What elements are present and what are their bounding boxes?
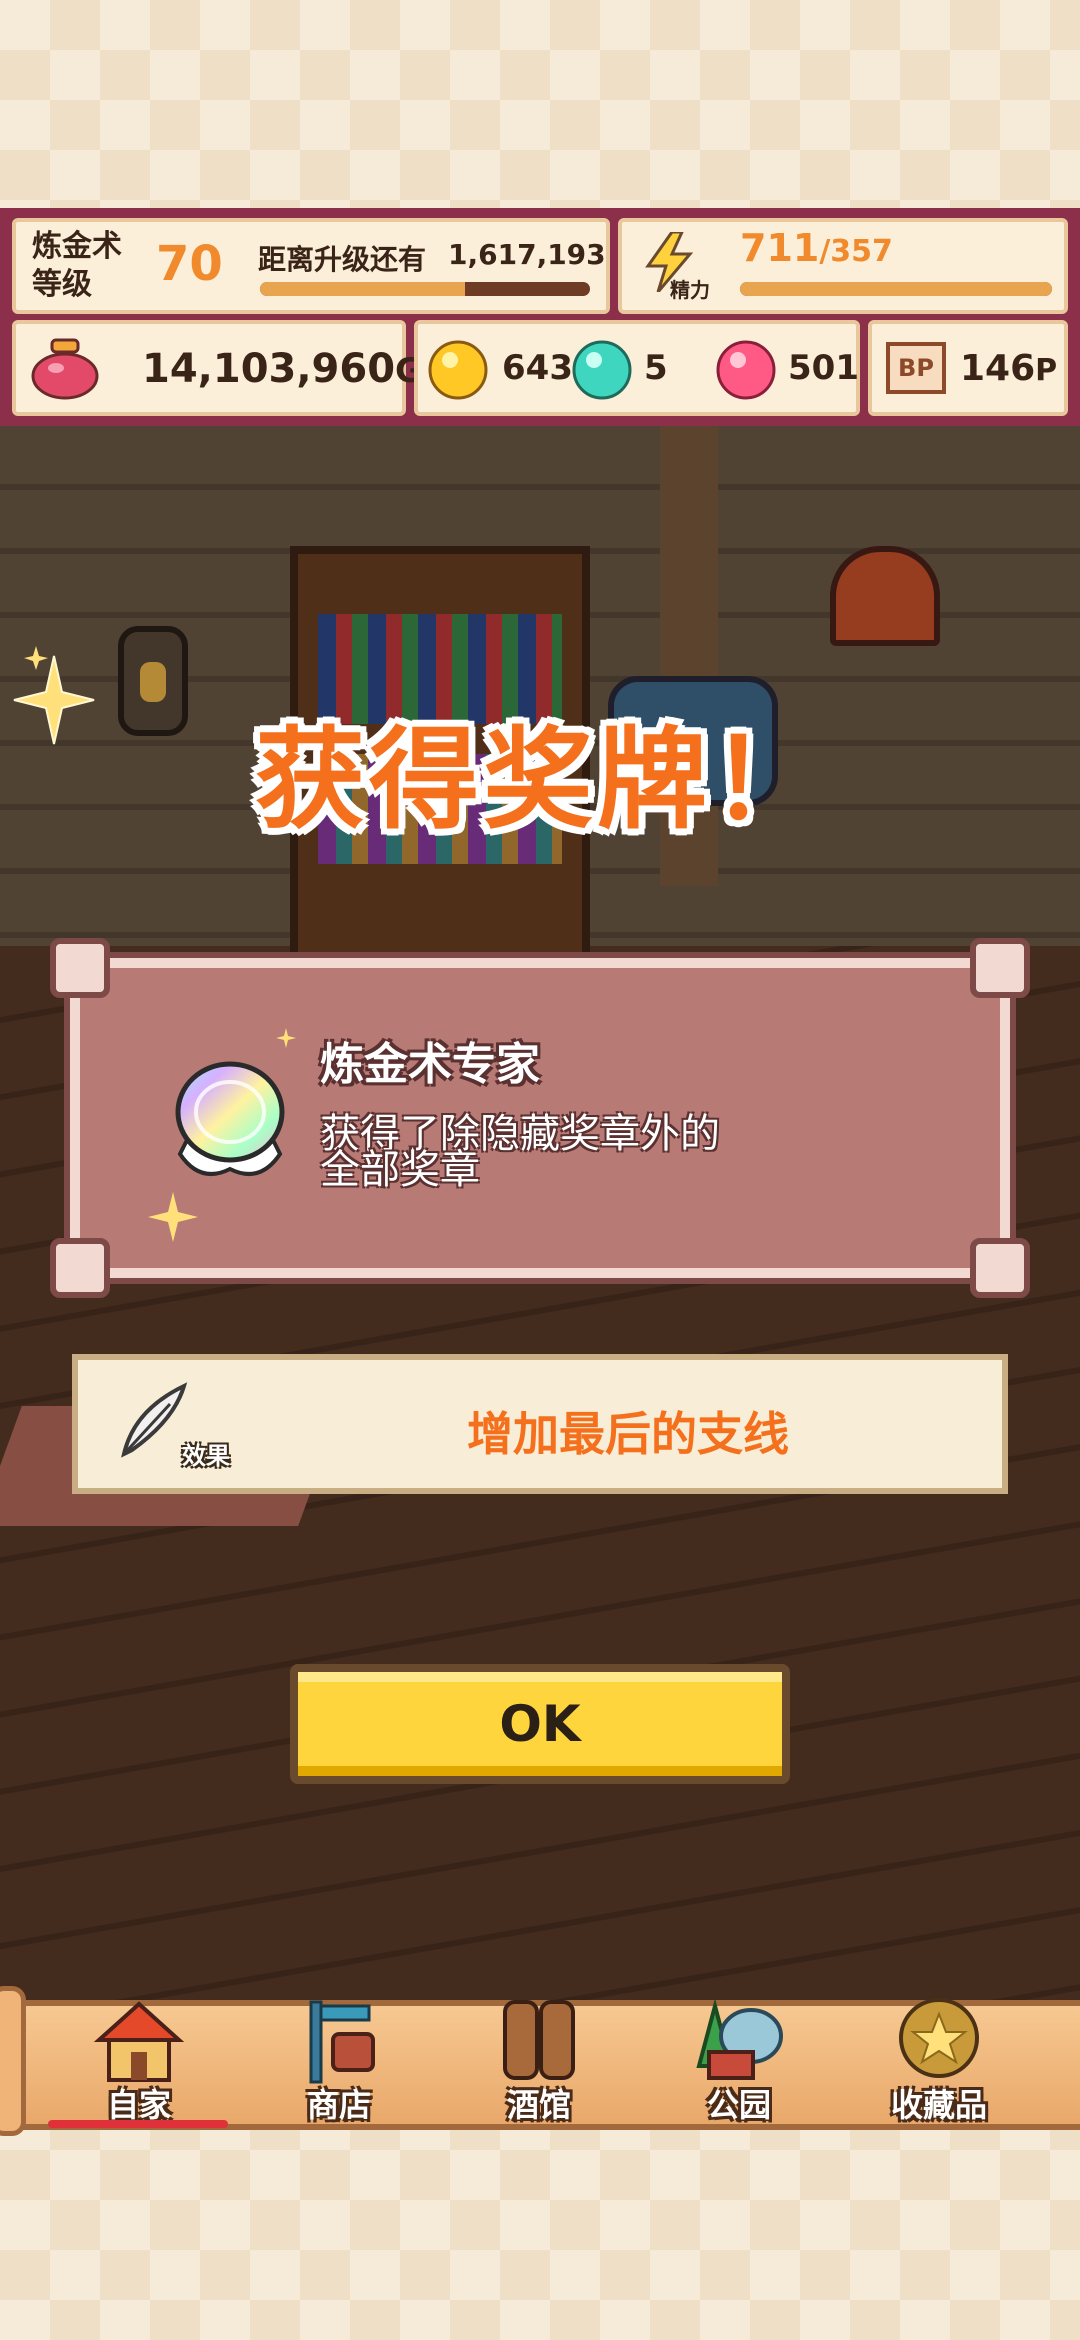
pink-gem-icon xyxy=(716,340,776,400)
gold-panel[interactable]: 14,103,960G xyxy=(12,320,423,416)
nav-active-indicator xyxy=(48,2120,228,2128)
star-medal-icon xyxy=(899,1998,979,2078)
bp-panel[interactable]: BP 146P xyxy=(868,320,1068,416)
tavern-door-icon xyxy=(503,2000,575,2080)
nav-item-park[interactable]: 公园 xyxy=(664,1996,814,2132)
status-bar: 炼金术 等级 70 距离升级还有 1,617,193 精力 711/357 14… xyxy=(0,208,1080,426)
gems-panel[interactable]: 643 5 501 xyxy=(414,320,860,416)
nav-label-collection: 收藏品 xyxy=(890,2086,987,2124)
energy-progress-fill xyxy=(740,282,1052,296)
shop-icon xyxy=(309,2000,375,2084)
yellow-gem-value: 643 xyxy=(502,348,573,388)
nav-item-shop[interactable]: 商店 xyxy=(264,1996,414,2132)
next-level-value: 1,617,193 xyxy=(448,238,606,271)
nav-item-tavern[interactable]: 酒馆 xyxy=(464,1996,614,2132)
medal-card: 炼金术专家 获得了除隐藏奖章外的 全部奖章 xyxy=(50,938,1030,1298)
medal-description: 获得了除隐藏奖章外的 全部奖章 xyxy=(320,1114,720,1193)
level-progress-fill xyxy=(260,282,465,296)
alchemy-level-panel: 炼金术 等级 70 距离升级还有 1,617,193 xyxy=(12,218,610,314)
yellow-gem-icon xyxy=(428,340,488,400)
teal-gem-value: 5 xyxy=(644,348,668,388)
energy-max: /357 xyxy=(819,234,893,269)
bp-badge-icon: BP xyxy=(886,342,946,394)
nav-label-tavern: 酒馆 xyxy=(506,2086,571,2124)
medal-name: 炼金术专家 xyxy=(320,1039,540,1090)
bp-amount: 146 xyxy=(960,348,1036,389)
card-corner-ornament xyxy=(50,938,110,998)
nav-label-park: 公园 xyxy=(706,2086,771,2124)
nav-scroll-handle xyxy=(0,1986,26,2136)
energy-value: 711/357 xyxy=(740,226,893,270)
energy-current: 711 xyxy=(740,226,820,270)
park-icon xyxy=(696,1998,783,2080)
ok-button[interactable]: OK xyxy=(290,1664,790,1784)
alchemy-label: 炼金术 等级 xyxy=(32,228,122,304)
medal-description-line2: 全部奖章 xyxy=(320,1147,480,1193)
rainbow-medal-icon xyxy=(175,1061,285,1176)
nav-item-home[interactable]: 自家 xyxy=(48,1996,228,2132)
level-progress-bar xyxy=(260,282,590,296)
alchemy-level-value: 70 xyxy=(156,236,223,292)
bottom-nav: 自家 商店 酒馆 公园 收藏品 xyxy=(0,1986,1080,2136)
gold-amount: 14,103,960 xyxy=(142,346,396,392)
sparkle-icon xyxy=(148,1192,198,1242)
alchemy-label-line2: 等级 xyxy=(32,267,92,302)
effect-card: 效果 增加最后的支线 xyxy=(72,1354,1008,1494)
gold-value: 14,103,960G xyxy=(142,346,423,392)
sparkle-icon xyxy=(276,1028,296,1048)
alchemy-label-line1: 炼金术 xyxy=(32,229,122,264)
energy-progress-bar xyxy=(740,282,1052,296)
card-corner-ornament xyxy=(970,938,1030,998)
effect-text: 增加最后的支线 xyxy=(467,1407,789,1461)
card-corner-ornament xyxy=(970,1238,1030,1298)
energy-label: 精力 xyxy=(670,278,710,302)
energy-panel: 精力 711/357 xyxy=(618,218,1068,314)
next-level-label: 距离升级还有 xyxy=(258,243,427,276)
teal-gem-icon xyxy=(572,340,632,400)
card-corner-ornament xyxy=(50,1238,110,1298)
bp-value: 146P xyxy=(960,348,1057,389)
nav-label-shop: 商店 xyxy=(306,2086,371,2124)
coin-purse-icon xyxy=(31,338,99,400)
nav-item-collection[interactable]: 收藏品 xyxy=(864,1996,1014,2132)
popup-title: 获得奖牌！ xyxy=(255,716,825,844)
house-icon xyxy=(93,2001,185,2082)
pink-gem-value: 501 xyxy=(788,348,859,388)
effect-label: 效果 xyxy=(182,1442,230,1470)
bp-unit: P xyxy=(1035,353,1058,388)
